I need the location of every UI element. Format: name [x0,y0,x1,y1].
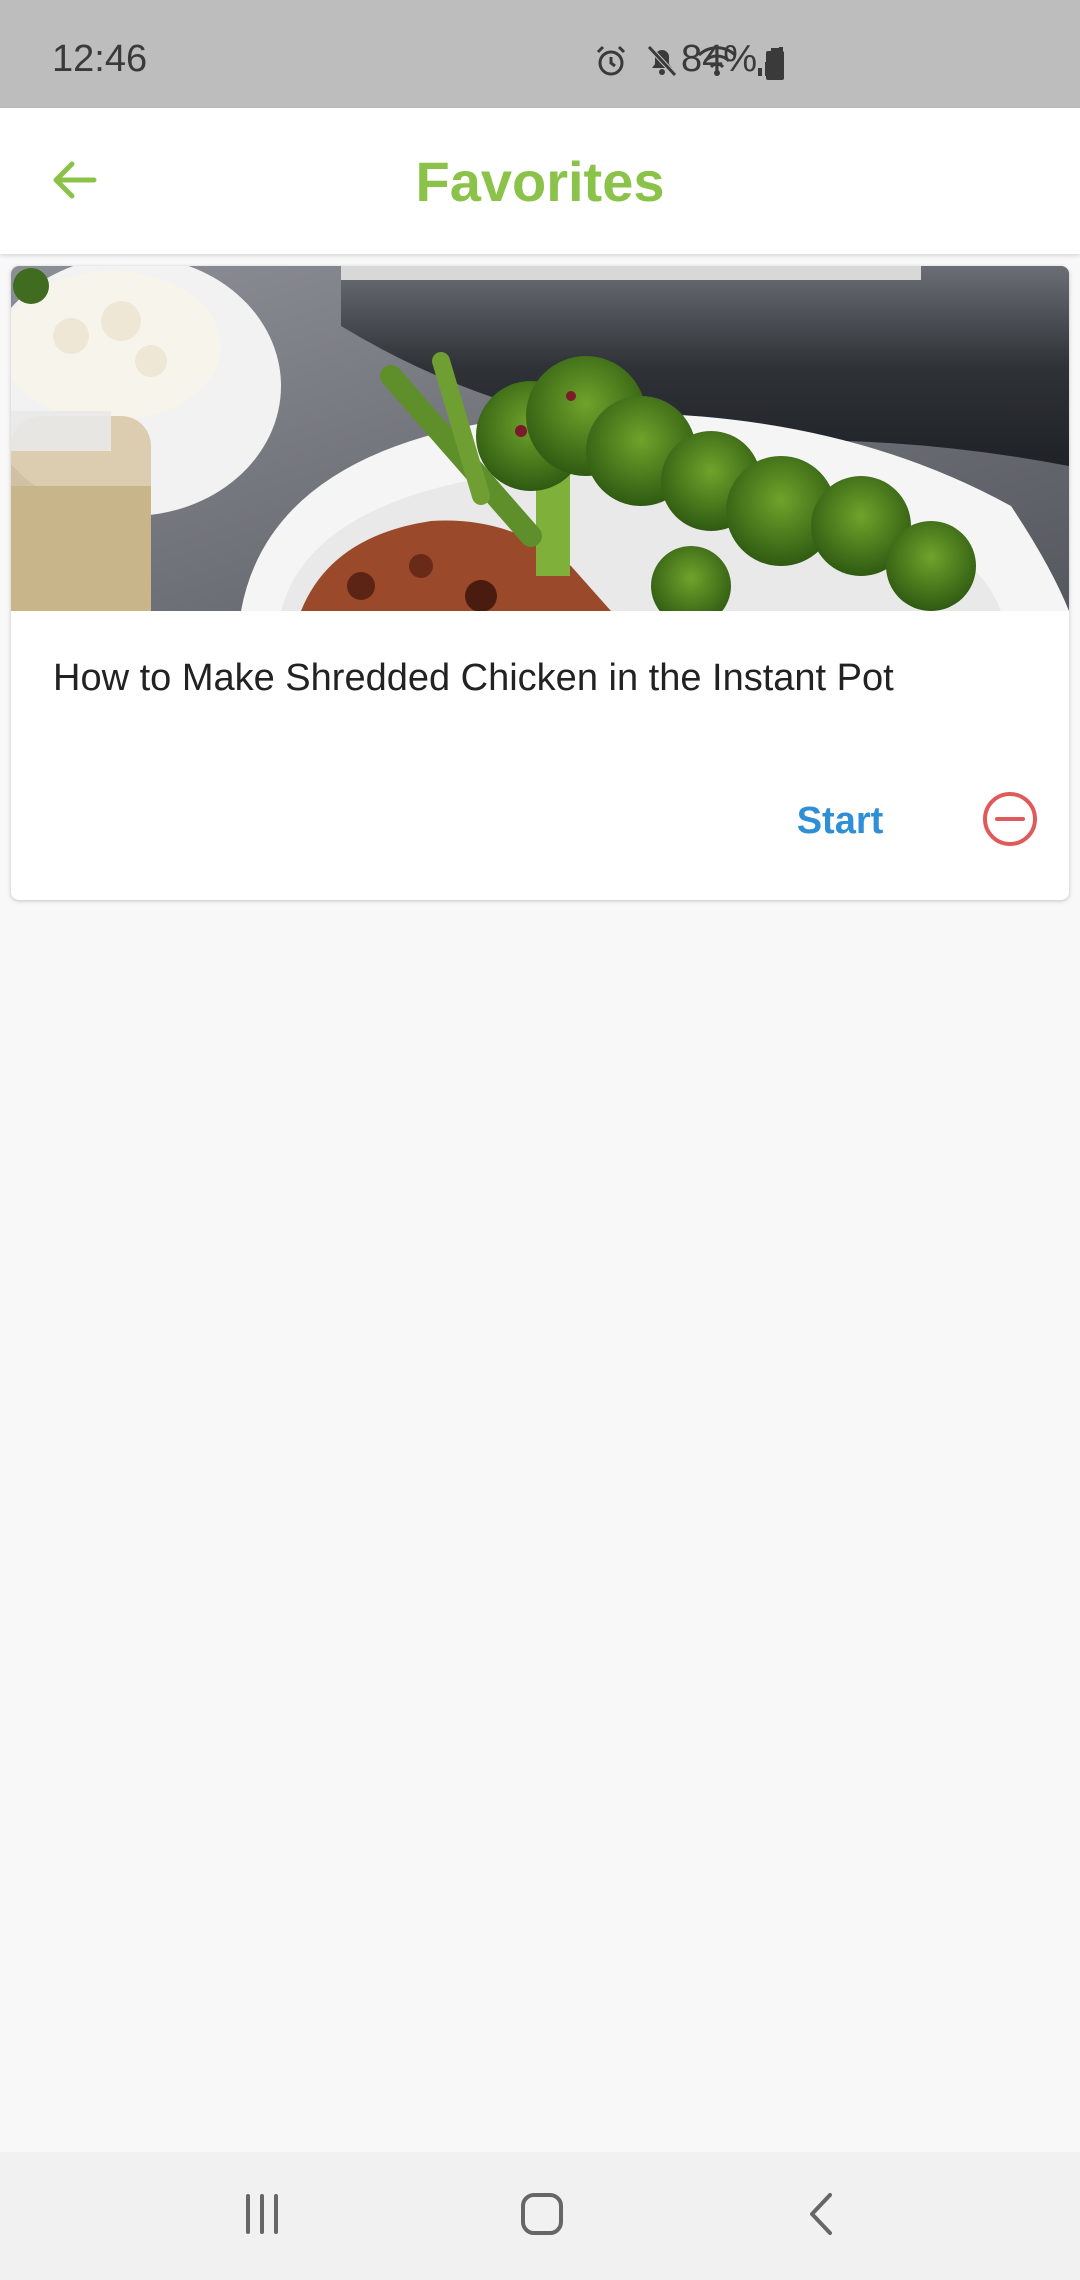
recent-apps-button[interactable] [222,2182,302,2250]
recipe-image[interactable] [11,266,1069,611]
start-button[interactable]: Start [775,786,905,856]
page-title: Favorites [415,150,665,213]
home-button[interactable] [502,2182,582,2250]
back-icon [804,2191,840,2242]
status-bar: 12:46 84% [0,0,1080,108]
mute-icon [646,44,678,78]
recipe-title[interactable]: How to Make Shredded Chicken in the Inst… [53,654,1033,703]
favorite-card: How to Make Shredded Chicken in the Inst… [11,266,1069,900]
app-bar: Favorites [0,108,1080,254]
remove-favorite-button[interactable] [975,786,1045,856]
status-time: 12:46 [52,38,148,80]
remove-circle-icon [981,790,1039,853]
battery-icon [765,48,785,80]
battery-percent: 84% [681,38,758,80]
alarm-icon [594,44,628,78]
recent-apps-icon [240,2192,284,2241]
home-icon [519,2191,565,2242]
navigation-bar [0,2152,1080,2280]
system-back-button[interactable] [782,2182,862,2250]
